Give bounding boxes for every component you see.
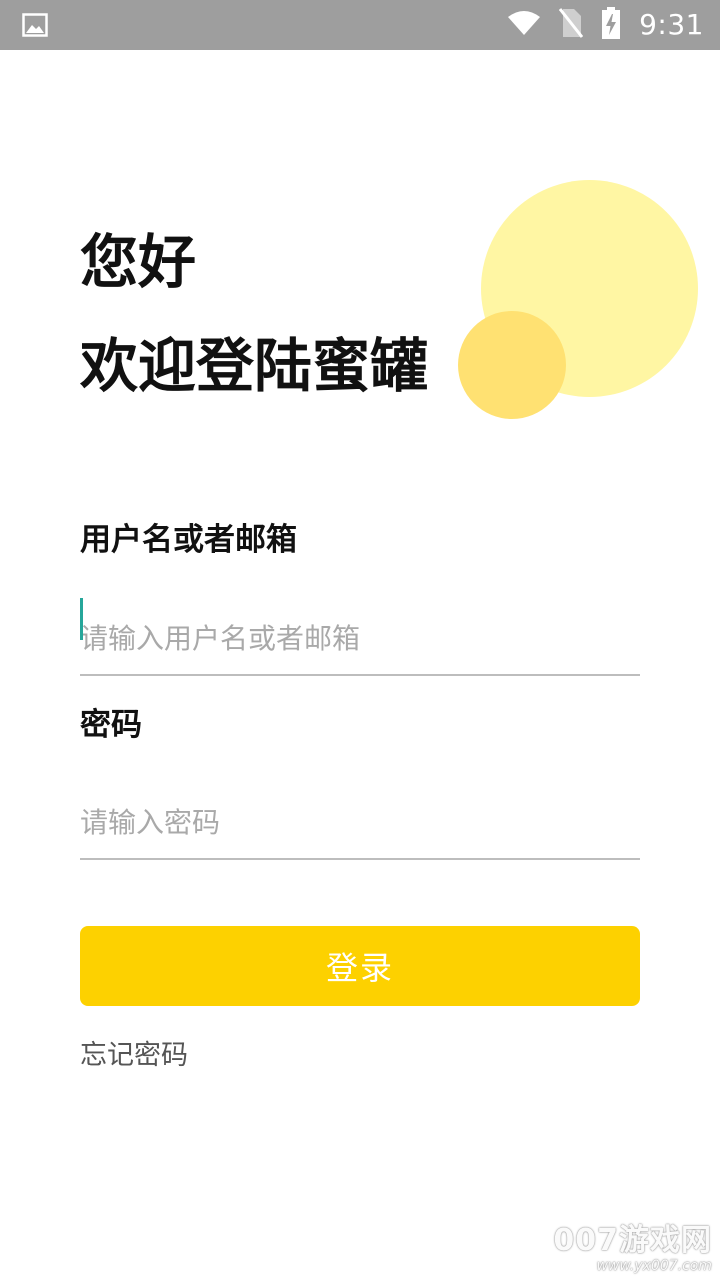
text-cursor — [80, 598, 83, 640]
watermark-brand: 007游戏网 — [553, 1223, 712, 1258]
password-input[interactable] — [80, 786, 640, 860]
watermark: 007游戏网 www.yx007.com — [553, 1223, 712, 1275]
welcome-title: 欢迎登陆蜜罐 — [80, 332, 429, 400]
watermark-url: www.yx007.com — [596, 1258, 712, 1274]
greeting-title: 您好 — [80, 228, 197, 296]
status-icons: 9:31 — [507, 0, 704, 50]
status-bar: 9:31 — [0, 0, 720, 50]
password-label: 密码 — [80, 707, 142, 743]
forgot-password-link[interactable]: 忘记密码 — [80, 1038, 188, 1074]
status-time: 9:31 — [639, 8, 704, 41]
wifi-icon — [507, 10, 541, 40]
username-input[interactable] — [80, 602, 640, 676]
image-icon — [22, 13, 48, 37]
battery-charging-icon — [601, 7, 621, 43]
login-button[interactable]: 登录 — [80, 926, 640, 1006]
login-screen: 9:31 您好 欢迎登陆蜜罐 用户名或者邮箱 密码 登录 忘记密码 007游戏网… — [0, 0, 720, 1280]
no-sim-icon — [558, 8, 584, 42]
username-label: 用户名或者邮箱 — [80, 522, 297, 558]
decorative-circle-small — [458, 311, 566, 419]
